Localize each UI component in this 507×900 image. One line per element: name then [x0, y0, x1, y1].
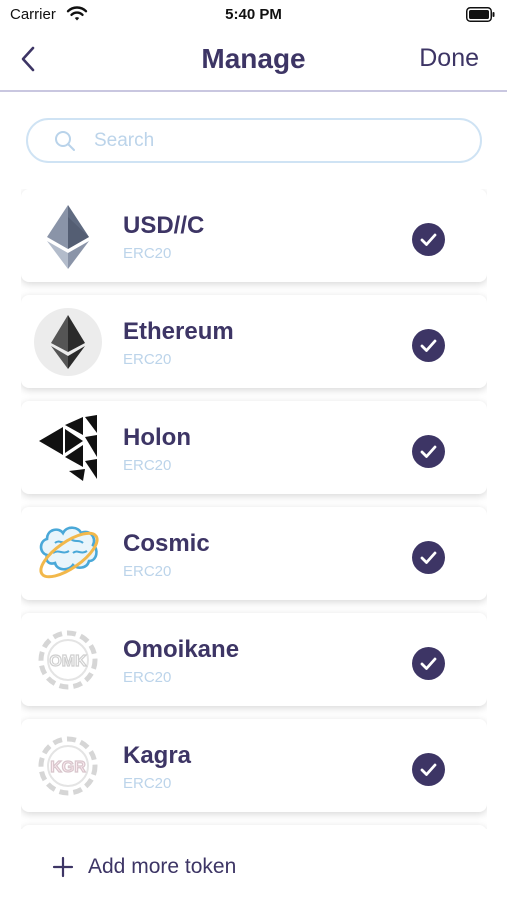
search-bar[interactable] [26, 118, 482, 163]
holon-triangles-icon [39, 415, 97, 481]
token-row[interactable]: Cosmic ERC20 [21, 507, 487, 600]
token-name: USD//C [123, 212, 205, 239]
token-name: Cosmic [123, 530, 210, 557]
token-standard: ERC20 [123, 775, 172, 792]
token-name: Omoikane [123, 636, 240, 663]
token-name: Kagra [123, 742, 192, 769]
add-more-token-button[interactable]: Add more token [52, 852, 236, 882]
done-button[interactable]: Done [419, 44, 479, 73]
kagra-gear-logo: KGR [38, 736, 98, 796]
checkmark-icon[interactable] [412, 329, 445, 362]
plus-icon [52, 856, 74, 878]
token-row[interactable]: USD//C ERC20 [21, 189, 487, 282]
ethereum-logo-icon [34, 308, 102, 376]
cosmic-brain-icon [39, 526, 99, 579]
checkmark-icon[interactable] [412, 223, 445, 256]
token-row[interactable]: KGR Kagra ERC20 [21, 719, 487, 812]
checkmark-icon[interactable] [412, 435, 445, 468]
token-standard: ERC20 [123, 669, 172, 686]
token-standard: ERC20 [123, 245, 172, 262]
token-row[interactable] [21, 825, 487, 829]
token-standard: ERC20 [123, 563, 172, 580]
battery-icon [466, 7, 495, 22]
checkmark-icon[interactable] [412, 753, 445, 786]
status-time: 5:40 PM [225, 6, 282, 23]
omoikane-logo-text: OMK [49, 653, 87, 670]
token-standard: ERC20 [123, 351, 172, 368]
checkmark-icon[interactable] [412, 541, 445, 574]
add-more-token-label: Add more token [88, 855, 237, 878]
search-input[interactable] [94, 128, 454, 154]
navigation-bar: Manage Done [0, 30, 507, 92]
checkmark-icon[interactable] [412, 647, 445, 680]
token-row[interactable]: OMK Omoikane ERC20 [21, 613, 487, 706]
ethereum-diamond-icon [47, 205, 89, 269]
status-bar: Carrier 5:40 PM [0, 0, 507, 30]
kagra-logo-text: KGR [50, 759, 86, 776]
token-row[interactable]: Holon ERC20 [21, 401, 487, 494]
token-list: USD//C ERC20 Ethereum ERC20 Holon ERC20 … [21, 189, 487, 829]
token-row[interactable]: Ethereum ERC20 [21, 295, 487, 388]
search-icon [55, 131, 75, 151]
token-name: Ethereum [123, 318, 234, 345]
omoikane-gear-logo: OMK [38, 630, 98, 690]
token-name: Holon [123, 424, 191, 451]
token-standard: ERC20 [123, 457, 172, 474]
